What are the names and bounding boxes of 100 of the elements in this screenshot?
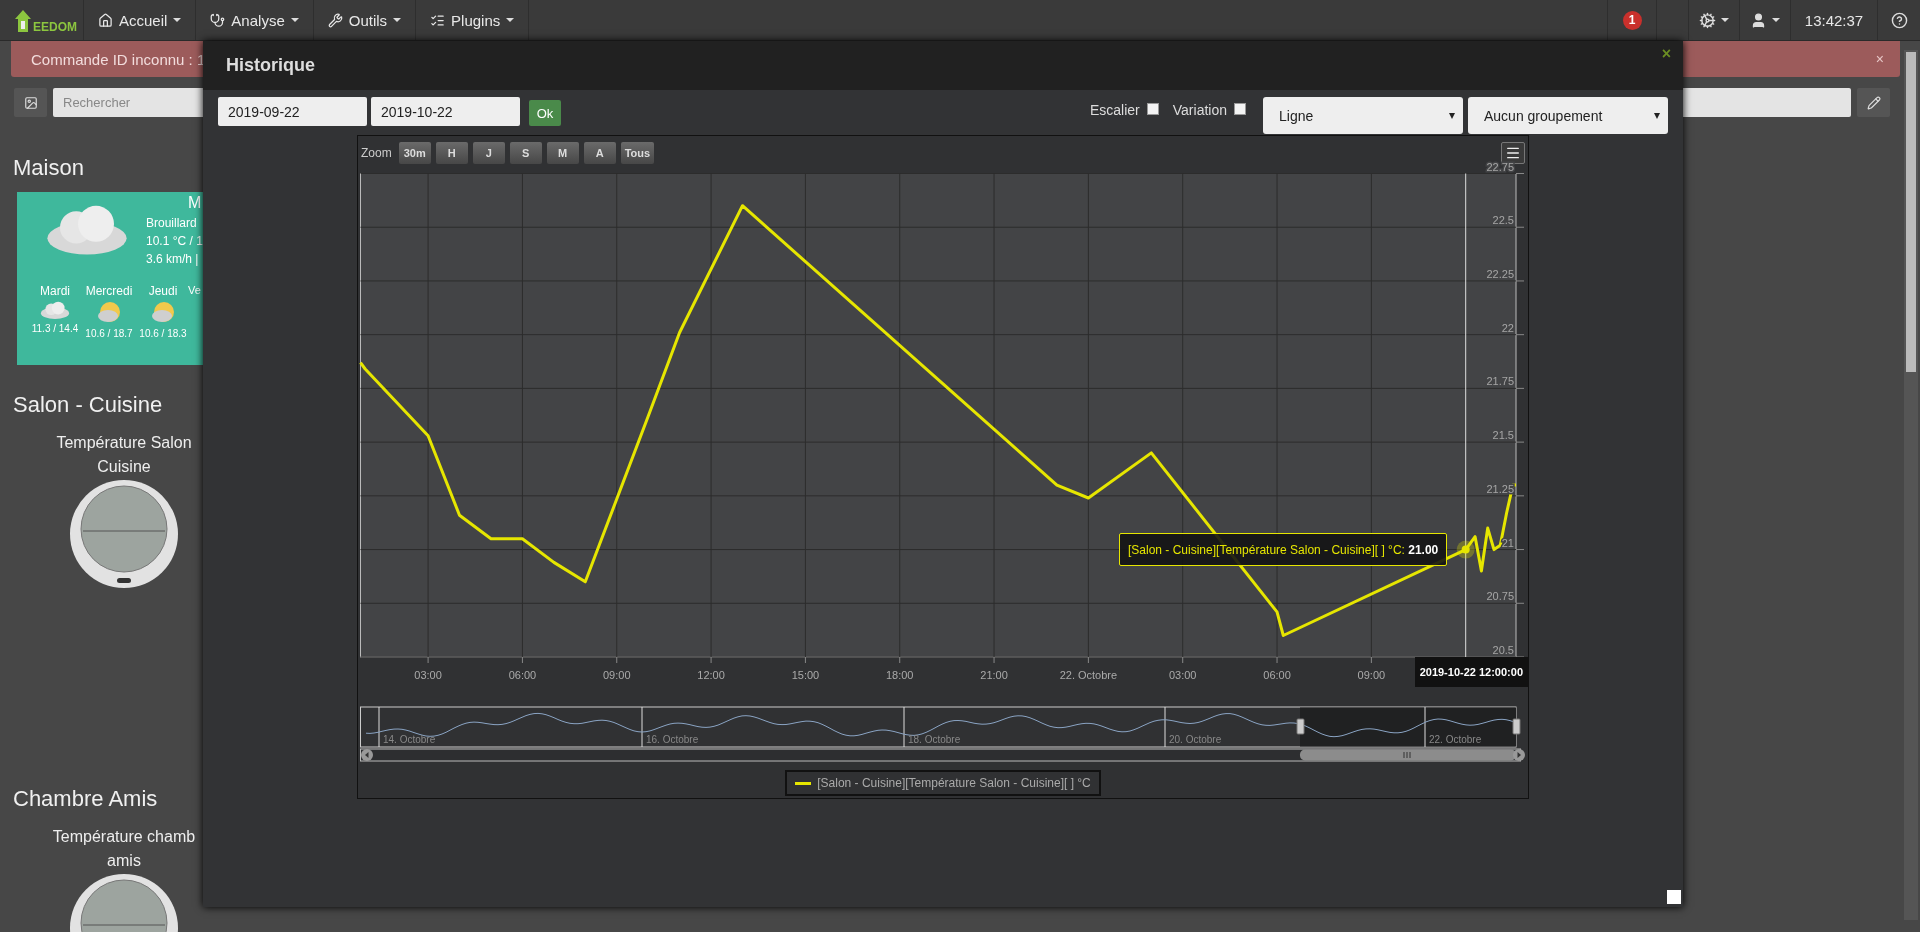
y-axis-label: 20.75: [1486, 590, 1514, 603]
weather-title: M: [187, 194, 203, 212]
crosshair-time-label: 2019-10-22 12:00:00: [1414, 657, 1528, 687]
weather-temperature: 10.1 °C / 1: [146, 234, 203, 248]
navigator-date-label: 16. Octobre: [646, 734, 699, 745]
navigator-handle[interactable]: [1296, 718, 1305, 735]
forecast-day: Mardi: [40, 284, 70, 298]
legend-label: [Salon - Cuisine][Température Salon - Cuisine][ ] °C: [817, 776, 1091, 790]
y-axis-label: 21: [1501, 536, 1514, 549]
x-axis-label: 21:00: [980, 669, 1008, 681]
caret-icon: [1772, 18, 1780, 22]
house-logo-icon: [14, 8, 32, 34]
object-title: Maison: [13, 154, 84, 182]
close-button[interactable]: ×: [1657, 45, 1675, 63]
zoom-label: Zoom: [361, 145, 392, 160]
y-axis-label: 22.25: [1486, 267, 1514, 280]
sun-cloud-icon: [96, 301, 122, 325]
legend-swatch: [795, 781, 812, 785]
zoom-button[interactable]: 30m: [398, 141, 431, 164]
object-title: Salon - Cuisine: [13, 391, 163, 419]
checkbox[interactable]: [1234, 103, 1246, 115]
notification-badge[interactable]: 1: [1622, 10, 1642, 30]
caret-icon: [173, 18, 182, 22]
scroll-right-icon[interactable]: [1513, 749, 1525, 761]
y-axis-label: 21.5: [1492, 429, 1514, 442]
forecast-temperature: 10.6 / 18.7: [85, 328, 133, 339]
dialog-title: Historique: [226, 55, 315, 76]
y-axis-label: 22: [1501, 321, 1514, 334]
checkbox[interactable]: [1146, 103, 1159, 115]
nav-menu-item[interactable]: Outils: [313, 0, 417, 40]
zoom-button[interactable]: A: [583, 141, 616, 164]
x-axis-label: 06:00: [1263, 669, 1291, 681]
image-button[interactable]: [14, 88, 47, 117]
x-axis-label: 12:00: [697, 669, 725, 681]
widget-title: Température Salon: [56, 433, 192, 453]
widget-title: amis: [107, 851, 141, 871]
legend-item[interactable]: [Salon - Cuisine][Température Salon - Cuisine][ ] °C: [785, 770, 1101, 796]
edit-button[interactable]: [1857, 88, 1890, 117]
x-axis-label: 22. Octobre: [1059, 669, 1118, 681]
y-axis-label: 21.75: [1486, 375, 1514, 388]
y-axis-label: 20.5: [1492, 644, 1514, 656]
navigator-date-label: 22. Octobre: [1429, 734, 1482, 745]
nav-menu-item[interactable]: Analyse: [196, 0, 314, 40]
clock-time: 13:42:37: [1804, 11, 1864, 29]
user-icon: [1750, 11, 1767, 29]
x-axis-label: 06:00: [508, 669, 537, 681]
y-axis-label: 22.75: [1486, 160, 1514, 173]
option-label: Escalier: [1090, 102, 1140, 118]
ok-button[interactable]: Ok: [529, 100, 561, 126]
x-axis-label: 18:00: [885, 669, 914, 681]
zoom-button[interactable]: Tous: [620, 141, 655, 164]
navigator-date-label: 14. Octobre: [383, 734, 436, 745]
forecast-day: Jeudi: [148, 284, 178, 298]
close-button[interactable]: ×: [1869, 50, 1890, 68]
widget-title: Température chamb: [52, 827, 196, 847]
pencil-icon: [1866, 95, 1881, 110]
zoom-button[interactable]: M: [546, 141, 579, 164]
zoom-button[interactable]: S: [509, 141, 542, 164]
gear-icon: [1699, 11, 1716, 29]
scrollbar-thumb[interactable]: [1300, 749, 1516, 761]
zoom-button[interactable]: J: [472, 141, 505, 164]
caret-icon: [290, 18, 299, 22]
nav-menu-item[interactable]: Accueil: [84, 0, 197, 40]
logo-text: EEDOM: [33, 20, 77, 34]
resize-handle-icon[interactable]: [1667, 890, 1681, 904]
scroll-left-icon[interactable]: [361, 749, 373, 761]
x-axis-label: 03:00: [414, 669, 442, 681]
page-scrollbar[interactable]: [1904, 50, 1918, 920]
object-title: Chambre Amis: [13, 785, 158, 813]
weather-condition: Brouillard: [146, 216, 198, 230]
weather-wind: 3.6 km/h |: [146, 252, 200, 266]
help-icon: [1890, 11, 1908, 29]
forecast-day: Ve: [188, 284, 201, 296]
x-axis-label: 15:00: [791, 669, 820, 681]
navigator-date-label: 20. Octobre: [1169, 734, 1222, 745]
option-label: Variation: [1172, 102, 1227, 118]
forecast-day: Mercredi: [85, 284, 133, 298]
caret-icon: [393, 18, 402, 22]
x-axis-label: 09:00: [1357, 669, 1386, 681]
nav-menu-item[interactable]: Plugins: [416, 0, 530, 40]
cloud-icon: [39, 301, 71, 321]
hover-point-marker: [1456, 540, 1475, 559]
x-axis-label: 09:00: [603, 669, 631, 681]
widget-title: Cuisine: [97, 457, 151, 477]
navigator-handle[interactable]: [1512, 718, 1521, 735]
zoom-button[interactable]: H: [435, 141, 468, 164]
navigator-date-label: 18. Octobre: [908, 734, 961, 745]
tooltip: [Salon - Cuisine][Température Salon - Cuisine][ ] °C: 21.00: [1119, 533, 1448, 566]
sun-cloud-icon: [150, 301, 176, 325]
grouping-select[interactable]: Aucun groupement: [1468, 97, 1668, 134]
image-icon: [23, 95, 38, 110]
caret-icon: [1721, 18, 1729, 22]
start-date-field[interactable]: 2019-09-22: [218, 97, 367, 126]
menu-button[interactable]: [1501, 141, 1525, 164]
x-axis-label: 03:00: [1168, 669, 1197, 681]
chart-type-select[interactable]: Ligne: [1263, 97, 1463, 134]
y-axis-label: 22.5: [1492, 214, 1514, 227]
end-date-field[interactable]: 2019-10-22: [371, 97, 520, 126]
caret-icon: [506, 18, 515, 22]
forecast-temperature: 10.6 / 18.3: [139, 328, 187, 339]
